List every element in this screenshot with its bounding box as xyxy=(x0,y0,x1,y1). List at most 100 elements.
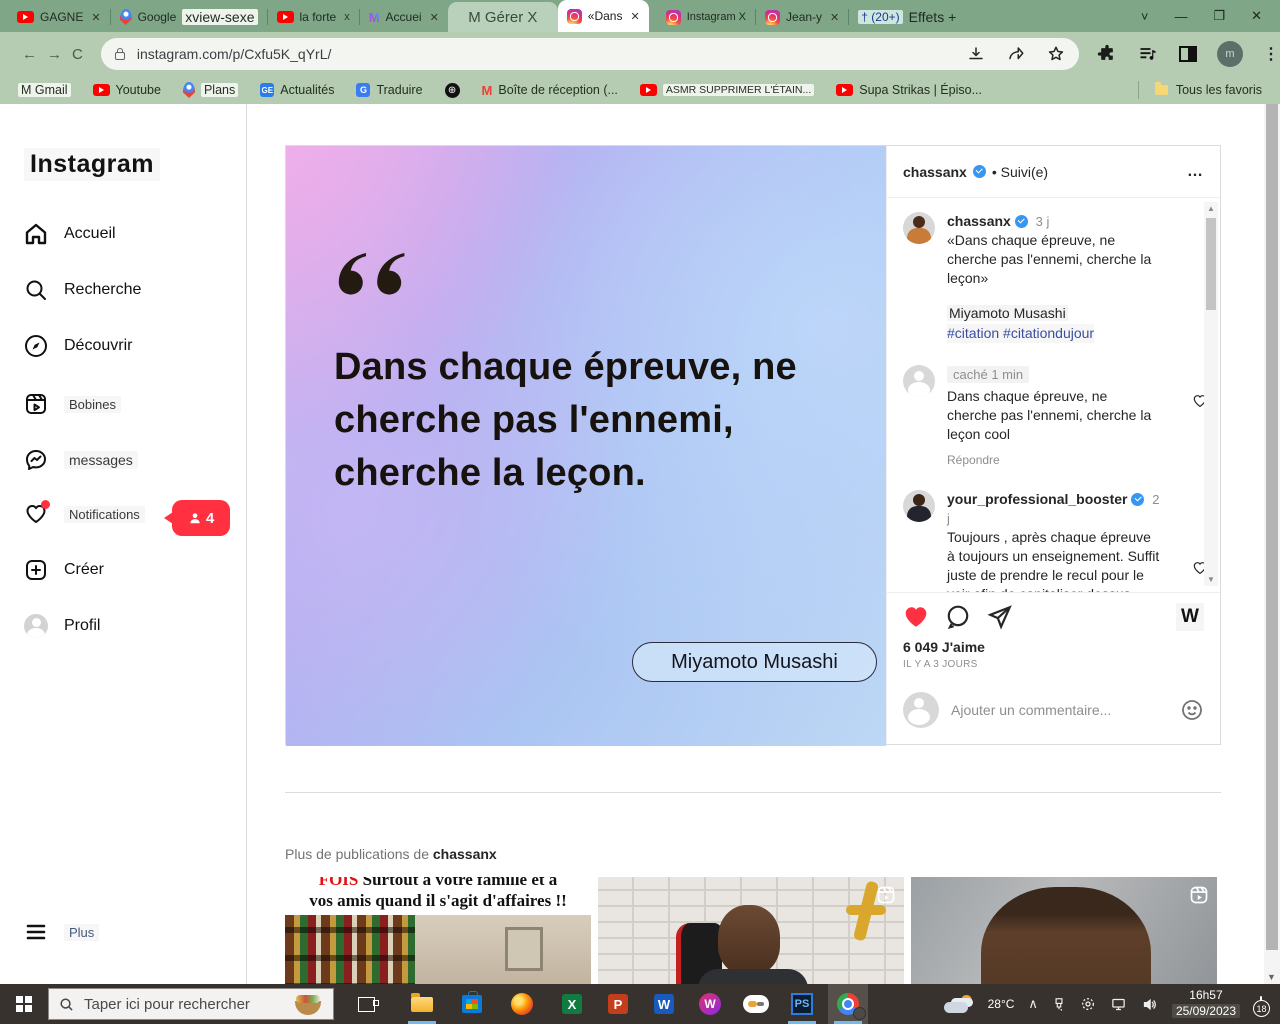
tab-gerer[interactable]: M Gérer X xyxy=(448,2,558,32)
maximize-button[interactable]: ❐ xyxy=(1213,8,1225,24)
back-button[interactable]: ← xyxy=(22,46,37,63)
notification-center-button[interactable]: 18 xyxy=(1260,997,1262,1011)
scroll-up-arrow-icon[interactable]: ▲ xyxy=(1207,204,1215,213)
tab-google-maps[interactable]: Google xview-sexe xyxy=(111,2,267,32)
tab-effets[interactable]: † (20+) Effets + xyxy=(849,2,965,32)
sidebar-item-accueil[interactable]: Accueil xyxy=(24,222,116,246)
taskbar-search[interactable]: Taper ici pour rechercher xyxy=(48,988,334,1020)
wattpad-button[interactable]: W xyxy=(690,984,730,1024)
playlist-music-icon[interactable] xyxy=(1137,44,1159,64)
tab-laforte[interactable]: la forte x xyxy=(268,2,359,32)
comment-username[interactable]: chassanx xyxy=(947,213,1011,229)
like-count[interactable]: 6 049 J'aime xyxy=(903,639,1204,655)
sidebar-item-decouvrir[interactable]: Découvrir xyxy=(24,334,132,358)
post-username[interactable]: chassanx xyxy=(903,164,967,180)
weather-icon[interactable] xyxy=(944,995,974,1013)
close-icon[interactable]: ✕ xyxy=(830,11,839,24)
start-button[interactable] xyxy=(0,984,48,1024)
forward-button[interactable]: → xyxy=(47,46,62,63)
sidebar-item-recherche[interactable]: Recherche xyxy=(24,278,141,302)
browser-menu-icon[interactable]: ⋮ xyxy=(1263,44,1280,64)
close-window-button[interactable]: ✕ xyxy=(1251,8,1262,24)
bookmark-actualites[interactable]: GEActualités xyxy=(260,83,334,97)
excel-button[interactable]: X xyxy=(552,984,592,1024)
tab-jeany[interactable]: Jean-y ✕ xyxy=(756,2,848,32)
minimize-button[interactable]: — xyxy=(1174,9,1187,24)
comments-scrollbar[interactable]: ▲ ▼ xyxy=(1204,202,1218,586)
share-post-icon[interactable] xyxy=(987,604,1013,630)
scrollbar-thumb[interactable] xyxy=(1266,104,1278,950)
address-bar[interactable]: instagram.com/p/Cxfu5K_qYrL/ xyxy=(101,38,1079,70)
comment-hashtags[interactable]: #citation #citationdujour xyxy=(947,324,1094,343)
like-icon[interactable] xyxy=(903,604,929,630)
page-scrollbar[interactable]: ▼ xyxy=(1264,104,1280,984)
bookmark-globe[interactable]: ⊕ xyxy=(445,83,460,98)
network-icon[interactable] xyxy=(1110,997,1127,1012)
reload-button[interactable]: C xyxy=(72,46,83,63)
powerpoint-button[interactable]: P xyxy=(598,984,638,1024)
firefox-button[interactable] xyxy=(502,984,542,1024)
all-favorites[interactable]: Tous les favoris xyxy=(1138,81,1262,99)
bookmark-traduire[interactable]: GTraduire xyxy=(356,83,422,97)
post-options-icon[interactable]: … xyxy=(1187,163,1204,181)
bookmark-gmail[interactable]: M Gmail xyxy=(18,83,71,97)
sidebar-item-profil[interactable]: Profil xyxy=(24,614,100,638)
side-panel-icon[interactable] xyxy=(1179,46,1197,62)
post-thumbnail-2[interactable] xyxy=(598,877,904,984)
sidebar-item-bobines[interactable]: Bobines xyxy=(24,392,121,416)
close-icon[interactable]: ✕ xyxy=(91,11,100,24)
post-thumbnail-3[interactable] xyxy=(911,877,1217,984)
tab-gagne[interactable]: GAGNE ✕ xyxy=(8,2,110,32)
password-key-button[interactable] xyxy=(736,984,776,1024)
close-icon[interactable]: x xyxy=(344,11,350,23)
instagram-logo[interactable]: Instagram xyxy=(24,148,160,181)
volume-icon[interactable] xyxy=(1141,997,1158,1012)
scrollbar-thumb[interactable] xyxy=(1206,218,1216,310)
tray-chevron-icon[interactable]: ∧ xyxy=(1028,996,1038,1012)
bookmark-supa[interactable]: Supa Strikas | Épiso... xyxy=(836,83,982,97)
sidebar-item-messages[interactable]: messages xyxy=(24,448,138,472)
share-icon[interactable] xyxy=(1007,45,1025,63)
headset-icon[interactable] xyxy=(1080,996,1096,1012)
file-explorer-button[interactable] xyxy=(402,984,442,1024)
task-view-button[interactable] xyxy=(346,984,386,1024)
comment-input[interactable] xyxy=(951,702,1168,718)
notification-count-badge[interactable]: 4 xyxy=(172,500,230,536)
bookmark-asmr[interactable]: ASMR SUPPRIMER L'ÉTAIN... xyxy=(640,84,814,96)
comment-icon[interactable] xyxy=(945,604,971,630)
post-thumbnail-1[interactable]: FOIS Surtout à votre famille et à vos am… xyxy=(285,877,591,984)
comments-list[interactable]: chassanx 3 j «Dans chaque épreuve, ne ch… xyxy=(887,198,1220,592)
sidebar-item-creer[interactable]: Créer xyxy=(24,558,104,582)
post-image[interactable]: Dans chaque épreuve, ne cherche pas l'en… xyxy=(286,146,886,746)
download-icon[interactable] xyxy=(967,45,985,63)
close-icon[interactable]: ✕ xyxy=(630,10,639,23)
tab-instagram[interactable]: Instagram X xyxy=(657,2,755,32)
url-text[interactable]: instagram.com/p/Cxfu5K_qYrL/ xyxy=(137,46,332,62)
microsoft-store-button[interactable] xyxy=(452,984,492,1024)
avatar[interactable] xyxy=(903,212,935,244)
tab-search-chevron-icon[interactable]: ˅ xyxy=(1141,9,1149,24)
tab-dans-active[interactable]: «Dans ✕ xyxy=(558,0,649,32)
bookmark-youtube[interactable]: Youtube xyxy=(93,83,161,97)
extensions-puzzle-icon[interactable] xyxy=(1097,44,1117,64)
clock[interactable]: 16h5725/09/2023 xyxy=(1172,988,1240,1019)
tab-accueil[interactable]: M Accuei ✕ xyxy=(360,2,448,32)
sidebar-item-plus[interactable]: Plus xyxy=(24,920,99,944)
reply-button[interactable]: Répondre xyxy=(947,452,1161,468)
close-icon[interactable]: ✕ xyxy=(430,11,439,24)
browser-profile-avatar[interactable]: m xyxy=(1217,41,1243,67)
chrome-button[interactable] xyxy=(828,984,868,1024)
usb-icon[interactable] xyxy=(1052,996,1066,1012)
word-button[interactable]: W xyxy=(644,984,684,1024)
emoji-icon[interactable] xyxy=(1180,698,1204,722)
weather-temp[interactable]: 28°C xyxy=(988,997,1015,1011)
avatar[interactable] xyxy=(903,490,935,522)
photoshop-button[interactable]: PS xyxy=(782,984,822,1024)
bookmark-plans[interactable]: Plans xyxy=(183,82,238,98)
sidebar-item-notifications[interactable]: Notifications xyxy=(24,502,145,526)
followed-status[interactable]: • Suivi(e) xyxy=(992,164,1048,180)
bookmark-inbox[interactable]: MBoîte de réception (... xyxy=(482,83,618,98)
avatar[interactable] xyxy=(903,365,935,397)
comment-username[interactable]: your_professional_booster xyxy=(947,491,1128,507)
scroll-down-arrow-icon[interactable]: ▼ xyxy=(1267,972,1276,982)
